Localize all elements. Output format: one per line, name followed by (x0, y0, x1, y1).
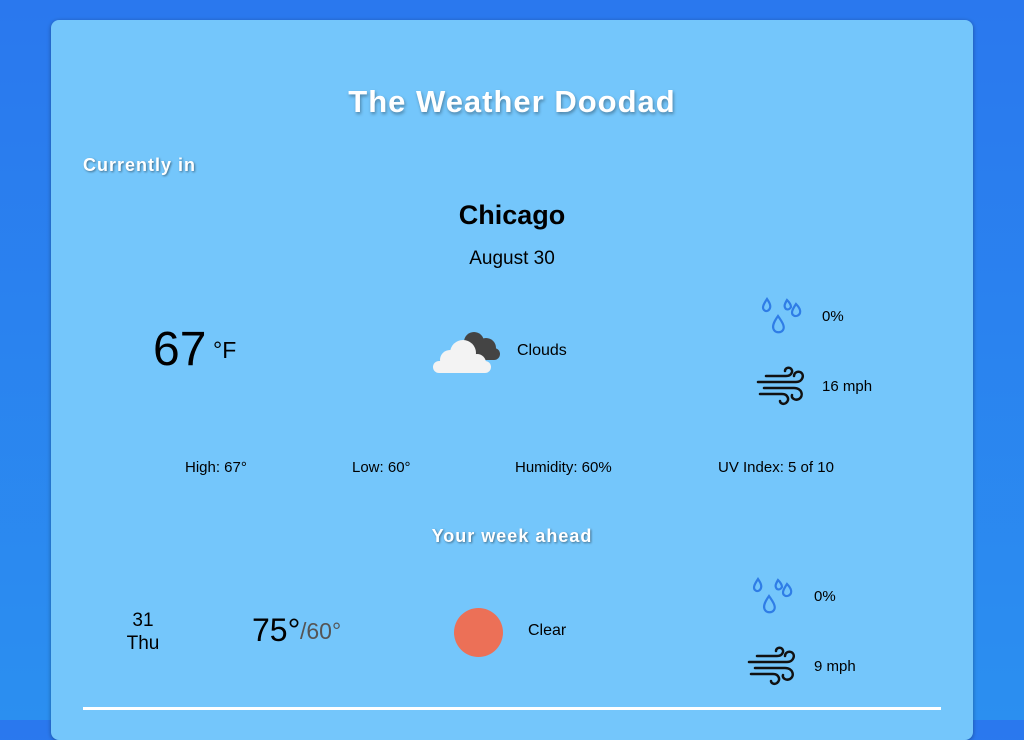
forecast-wind-speed: 9 mph (814, 658, 856, 675)
sun-icon (454, 608, 503, 657)
forecast-precipitation: 0% (814, 588, 836, 605)
current-precipitation: 0% (822, 308, 844, 325)
app-title: The Weather Doodad (348, 84, 676, 119)
current-temperature: 67 (153, 323, 207, 376)
currently-in-label: Currently in (83, 155, 197, 175)
forecast-day: 31 Thu (100, 609, 186, 655)
forecast-high: 75° (252, 612, 301, 648)
current-date: August 30 (469, 248, 555, 269)
uv-index: UV Index: 5 of 10 (718, 459, 834, 476)
current-wind-speed: 16 mph (822, 378, 873, 395)
forecast-divider (83, 707, 941, 710)
current-stats-row: High: 67° Low: 60° Humidity: 60% UV Inde… (0, 459, 1024, 479)
wind-icon (756, 366, 805, 406)
current-condition: Clouds (517, 342, 567, 359)
forecast-low: /60° (300, 618, 342, 644)
low-temperature: Low: 60° (352, 459, 411, 476)
forecast-condition: Clear (528, 622, 567, 639)
humidity: Humidity: 60% (515, 459, 612, 476)
temperature-unit: °F (213, 337, 237, 363)
rain-drops-icon (761, 297, 802, 334)
city-name: Chicago (458, 200, 566, 230)
clouds-icon (433, 332, 500, 373)
wind-icon (747, 646, 796, 686)
forecast-weekday: Thu (126, 633, 160, 654)
week-ahead-label: Your week ahead (431, 526, 593, 546)
high-temperature: High: 67° (185, 459, 247, 476)
rain-drops-icon (752, 577, 793, 614)
forecast-date: 31 (132, 610, 154, 631)
